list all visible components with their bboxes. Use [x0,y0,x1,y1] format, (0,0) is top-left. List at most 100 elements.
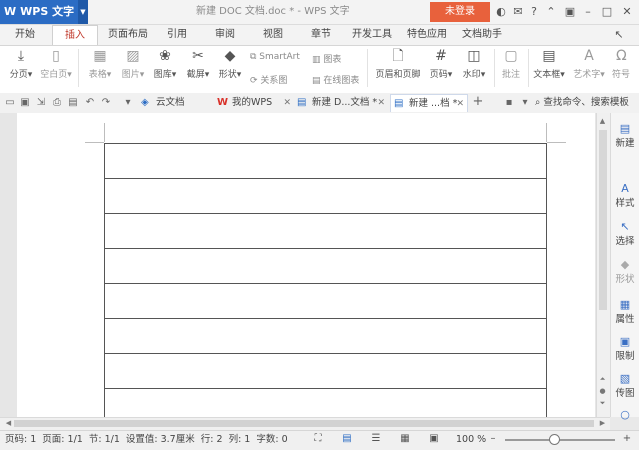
watermark-button[interactable]: ◫ 水印▾ [459,48,489,80]
save-icon[interactable]: ▣ [19,96,31,110]
side-tab-select[interactable]: ↖ 选择 [611,220,639,247]
tab-cloud-docs[interactable]: ◈ 云文档 [138,94,212,112]
vertical-scroll-thumb[interactable] [599,130,607,310]
tab-document-2[interactable]: ▤ 新建 ...档 * ✕ [390,94,468,112]
close-tab-icon[interactable]: ✕ [456,95,464,113]
ribbon-toggle-icon[interactable]: ⌃ [544,5,558,19]
table-border-top [104,143,547,144]
table-border-right [546,143,547,417]
minimize-icon[interactable]: – [581,5,595,19]
side-tab-upload-image[interactable]: ▧ 传图 [611,372,639,399]
page-view-icon[interactable]: ▤ [341,433,353,445]
shapes-icon: ◆ [620,258,630,271]
restore-mode-icon[interactable]: ▣ [563,5,577,19]
tab-my-wps[interactable]: W 我的WPS ✕ [214,94,294,112]
close-tab-icon[interactable]: ✕ [283,94,291,112]
upload-image-icon: ▧ [619,372,631,385]
menu-assistant[interactable]: 文档助手 [457,25,507,45]
comment-button[interactable]: ▢ 批注 [498,48,524,80]
side-tab-restrict[interactable]: ▣ 限制 [611,335,639,362]
feedback-icon[interactable]: ✉ [511,5,525,19]
screenshot-button[interactable]: ✂ 截屏▾ [183,48,213,80]
page-number-button[interactable]: # 页码▾ [426,48,456,80]
web-view-icon[interactable]: ▦ [399,433,411,445]
close-icon[interactable]: ✕ [620,5,634,19]
menu-home[interactable]: 开始 [5,25,45,45]
app-menu-button[interactable]: W WPS 文字 [0,0,78,24]
menu-section[interactable]: 章节 [302,25,340,45]
smartart-button[interactable]: ⧉ SmartArt [250,52,300,62]
symbol-button[interactable]: Ω 符号 [612,48,639,80]
table-button[interactable]: ▦ 表格▾ [84,48,116,80]
chart-icon: ▥ [312,55,324,65]
shapes-button[interactable]: ◆ 形状▾ [215,48,245,80]
zoom-slider[interactable] [505,439,615,441]
previous-page-icon[interactable]: ⏶ [596,374,609,384]
quick-access-dropdown-icon[interactable]: ▾ [122,96,134,110]
header-footer-button[interactable]: 🗋 页眉和页脚 [372,48,424,80]
comment-panel-icon[interactable]: ▪ [503,96,515,110]
new-document-icon: ▤ [619,122,631,135]
menu-references[interactable]: 引用 [160,25,194,45]
table-row-line [104,353,547,354]
side-tab-properties[interactable]: ▦ 属性 [611,298,639,325]
menu-review[interactable]: 审阅 [206,25,244,45]
open-file-icon[interactable]: ▭ [4,96,16,110]
cursor-icon: ↖ [614,28,624,41]
relation-chart-button[interactable]: ⟳ 关系图 [250,73,287,86]
crop-mark [546,123,547,142]
status-info: 页码: 1 页面: 1/1 节: 1/1 设置值: 3.7厘米 行: 2 列: … [5,434,288,445]
side-tab-styles[interactable]: A 样式 [611,182,639,209]
window-list-icon[interactable]: ▾ [519,96,531,110]
horizontal-scroll-thumb[interactable] [14,420,594,427]
ribbon-separator [494,49,495,87]
online-chart-button[interactable]: ▤ 在线图表 [312,73,359,86]
app-menu-dropdown-icon[interactable]: ▼ [78,0,88,24]
document-icon: ▤ [394,98,404,109]
page-break-button[interactable]: ⤓ 分页▾ [6,48,36,80]
new-tab-icon[interactable]: + [472,95,484,109]
menu-page-layout[interactable]: 页面布局 [104,25,152,45]
gallery-button[interactable]: ❀ 图库▾ [150,48,180,80]
export-pdf-icon[interactable]: ⇲ [35,96,47,110]
wordart-button[interactable]: A 艺术字▾ [570,48,608,80]
zoom-slider-thumb[interactable] [549,434,560,445]
chart-button[interactable]: ▥ 图表 [312,52,341,65]
print-preview-icon[interactable]: ▤ [67,96,79,110]
outline-view-icon[interactable]: ☰ [370,433,382,445]
menu-insert[interactable]: 插入 [52,25,98,46]
document-icon: ▤ [297,97,307,108]
picture-button[interactable]: ▨ 图片▾ [118,48,148,80]
maximize-icon[interactable]: □ [600,5,614,19]
print-icon[interactable]: ⎙ [51,96,63,110]
textbox-button[interactable]: ▤ 文本框▾ [531,48,567,80]
comment-icon: ▢ [504,48,518,64]
close-tab-icon[interactable]: ✕ [377,94,385,112]
side-tab-tips[interactable]: ○ [611,408,639,421]
side-tab-new[interactable]: ▤ 新建 [611,122,639,149]
skin-icon[interactable]: ◐ [494,5,508,19]
zoom-out-icon[interactable]: – [487,433,499,445]
zoom-in-icon[interactable]: + [621,433,633,445]
command-search-input[interactable]: ⌕ 查找命令、搜索模板 [535,93,639,113]
menu-special[interactable]: 特色应用 [402,25,452,45]
header-footer-icon: 🗋 [392,48,404,64]
menu-developer[interactable]: 开发工具 [348,25,396,45]
scroll-up-icon[interactable]: ▲ [596,116,609,126]
side-tab-shapes[interactable]: ◆ 形状 [611,258,639,285]
select-icon: ↖ [620,220,630,233]
focus-mode-icon[interactable]: ⛶ [312,433,324,445]
next-page-icon[interactable]: ⏷ [596,398,609,408]
login-button[interactable]: 未登录 [430,2,490,22]
undo-icon[interactable]: ↶ [84,96,96,110]
redo-icon[interactable]: ↷ [100,96,112,110]
blank-page-button[interactable]: ▯ 空白页▾ [38,48,74,80]
cloud-icon: ◈ [141,97,149,108]
reading-mode-icon[interactable]: ▣ [428,433,440,445]
tab-document-1[interactable]: ▤ 新建 D...文档 * ✕ [294,94,388,112]
help-icon[interactable]: ? [527,5,541,19]
scroll-right-icon[interactable]: ▶ [596,418,609,428]
menu-view[interactable]: 视图 [254,25,292,45]
wps-icon: W [217,97,229,108]
select-browse-icon[interactable]: ● [596,386,609,396]
